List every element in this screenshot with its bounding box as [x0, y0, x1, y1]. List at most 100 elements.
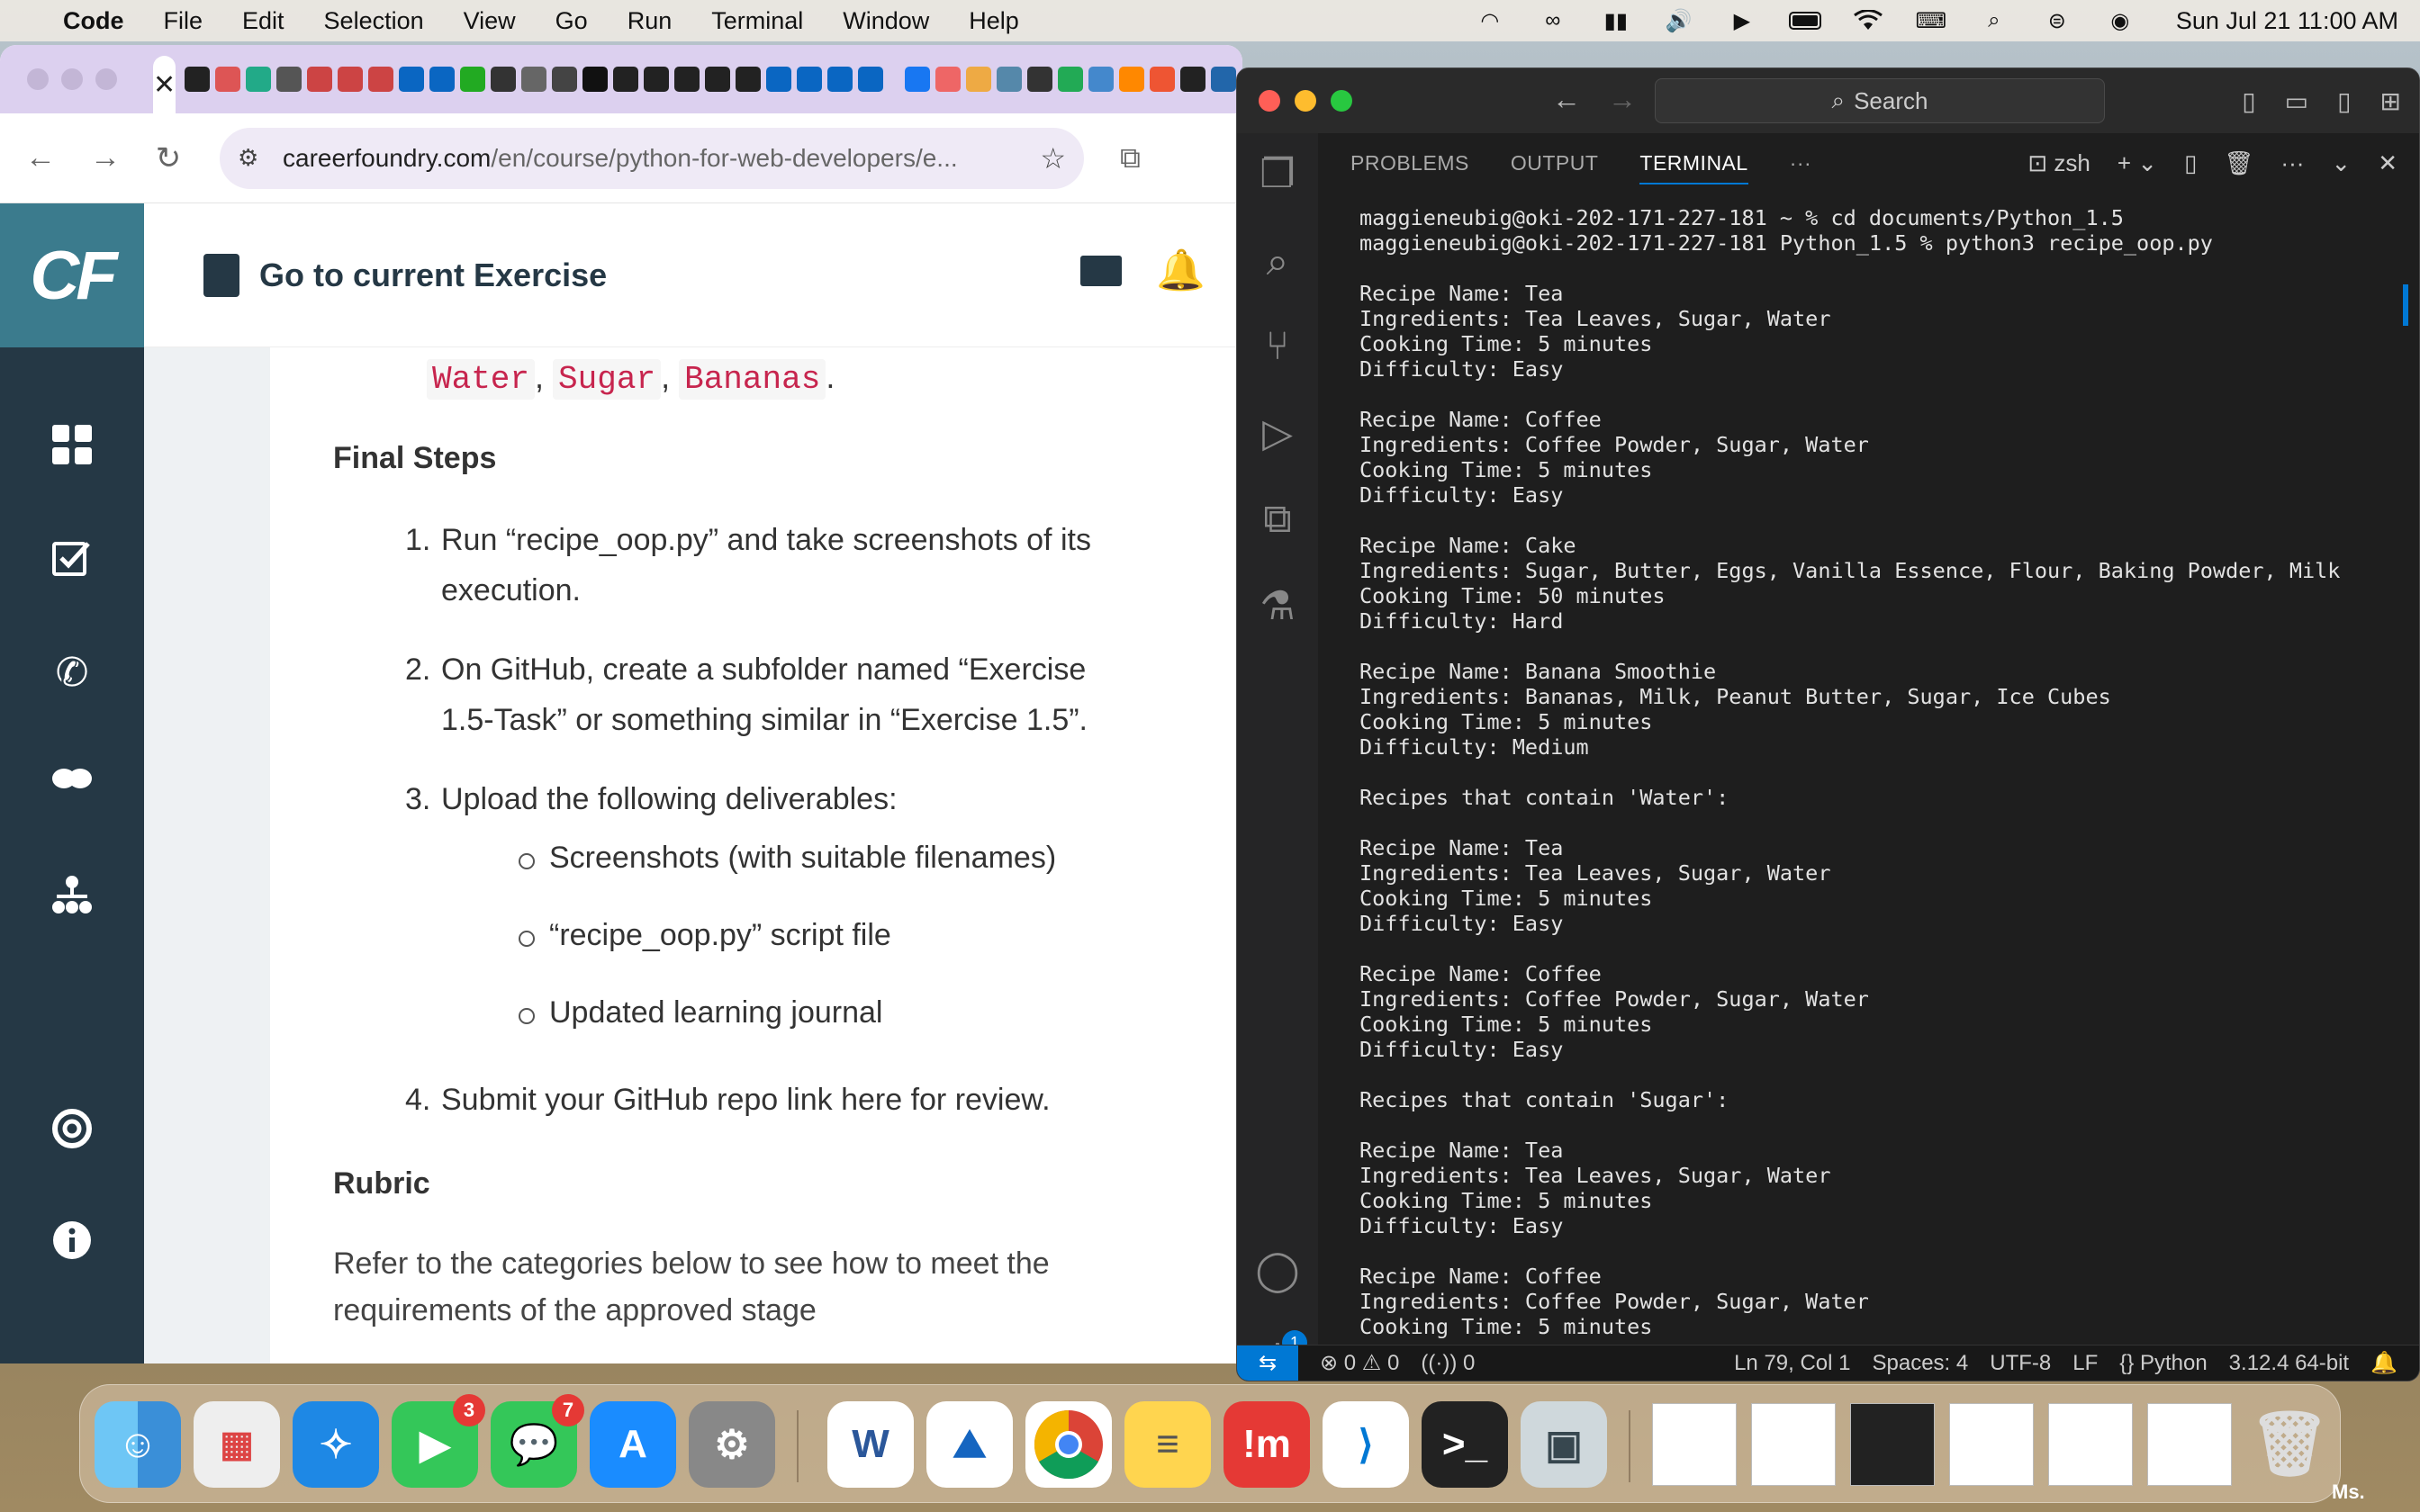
reload-icon[interactable]: ↻ [155, 140, 182, 176]
language-mode[interactable]: {} Python [2119, 1351, 2207, 1376]
explorer-files-icon[interactable]: ❐ [1237, 151, 1318, 197]
dock-nordvpn-icon[interactable]: ⛰ [926, 1401, 1013, 1488]
istat-menus-icon[interactable]: ▮▮ [1600, 8, 1632, 33]
pinned-tab-favicons[interactable] [185, 67, 1242, 92]
menu-window[interactable]: Window [843, 7, 929, 35]
dock-minimized-window-2[interactable] [1751, 1403, 1836, 1486]
python-interpreter[interactable]: 3.12.4 64-bit [2229, 1351, 2349, 1376]
browser-traffic-lights[interactable] [27, 68, 117, 90]
menu-view[interactable]: View [464, 7, 516, 35]
dock-system-settings-icon[interactable]: ⚙ [689, 1401, 775, 1488]
play-icon[interactable]: ▶ [1726, 8, 1758, 33]
search-icon[interactable]: ⌕ [1237, 239, 1318, 284]
dock-minimized-window-5[interactable] [2048, 1403, 2133, 1486]
control-center-icon[interactable]: ⊜ [2041, 8, 2073, 33]
active-tab[interactable]: ✕ [153, 56, 176, 113]
dock-istat-icon[interactable]: !m [1224, 1401, 1310, 1488]
extensions-puzzle-icon[interactable]: ⧉ [1120, 141, 1141, 176]
zoom-window-button[interactable] [1331, 90, 1352, 112]
dock-vscode-icon[interactable]: ⟩ [1323, 1401, 1409, 1488]
accounts-icon[interactable]: ◯ [1237, 1247, 1318, 1293]
bookmark-star-icon[interactable]: ☆ [1040, 141, 1066, 176]
address-bar[interactable]: ⚙ careerfoundry.com/en/course/python-for… [220, 127, 1084, 189]
more-actions-icon[interactable]: ··· [2280, 149, 2304, 177]
menubar-clock[interactable]: Sun Jul 21 11:00 AM [2176, 7, 2398, 35]
dock-safari-icon[interactable]: ✧ [293, 1401, 379, 1488]
menu-app-name[interactable]: Code [63, 7, 124, 35]
menu-terminal[interactable]: Terminal [711, 7, 803, 35]
cursor-position[interactable]: Ln 79, Col 1 [1734, 1351, 1850, 1376]
remote-indicator-icon[interactable]: ⇆ [1237, 1345, 1298, 1381]
menu-help[interactable]: Help [969, 7, 1019, 35]
eol-status[interactable]: LF [2072, 1351, 2098, 1376]
mail-icon[interactable] [1080, 256, 1122, 286]
terminal-output[interactable]: maggieneubig@oki-202-171-227-181 ~ % cd … [1359, 205, 2401, 1339]
siri-icon[interactable]: ◉ [2104, 8, 2136, 33]
dock-minimized-window-1[interactable] [1652, 1403, 1737, 1486]
wifi-icon[interactable] [1852, 8, 1884, 33]
menu-file[interactable]: File [164, 7, 203, 35]
nav-forward-icon[interactable]: → [1608, 83, 1637, 116]
dock-chrome-icon[interactable] [1025, 1401, 1112, 1488]
keyboard-input-icon[interactable]: ⌨ [1915, 8, 1947, 33]
tab-terminal[interactable]: TERMINAL [1639, 151, 1748, 184]
dock-facetime-icon[interactable]: ▶ 3 [392, 1394, 485, 1488]
info-icon[interactable] [0, 1220, 144, 1260]
cf-logo[interactable]: CF [0, 203, 144, 347]
dock-word-icon[interactable]: W [827, 1401, 914, 1488]
menu-selection[interactable]: Selection [324, 7, 424, 35]
book-icon[interactable] [203, 253, 239, 297]
toggle-secondary-sidebar-icon[interactable]: ▯ [2337, 86, 2351, 116]
close-window-button[interactable] [1259, 90, 1280, 112]
nav-back-icon[interactable]: ← [1552, 83, 1581, 116]
dock-finder-icon[interactable]: ☺ [95, 1401, 181, 1488]
dashboard-grid-icon[interactable] [0, 425, 144, 464]
dock-preview-icon[interactable]: ▣ [1521, 1401, 1607, 1488]
tab-problems[interactable]: PROBLEMS [1350, 151, 1469, 176]
battery-icon[interactable] [1788, 8, 1821, 33]
dock-launchpad-icon[interactable]: ▦ [194, 1401, 280, 1488]
menu-run[interactable]: Run [628, 7, 673, 35]
notifications-bell-icon[interactable]: 🔔 [2370, 1350, 2397, 1376]
url-text[interactable]: careerfoundry.com/en/course/python-for-w… [283, 144, 1027, 173]
notification-bell-icon[interactable]: 🔔 [1156, 247, 1205, 293]
toggle-panel-icon[interactable]: ▭ [2285, 86, 2308, 116]
minimize-window-button[interactable] [1295, 90, 1316, 112]
problems-status[interactable]: ⊗ 0 ⚠ 0 [1320, 1350, 1399, 1376]
speedometer-icon[interactable]: ◠ [1474, 8, 1506, 33]
dock-minimized-window-3[interactable] [1850, 1403, 1935, 1486]
more-tabs-icon[interactable]: ··· [1790, 151, 1811, 176]
back-arrow-icon[interactable]: ← [25, 140, 56, 176]
menu-edit[interactable]: Edit [242, 7, 284, 35]
creative-cloud-icon[interactable]: ∞ [1537, 8, 1569, 33]
tab-close-icon[interactable]: ✕ [153, 69, 176, 101]
close-panel-icon[interactable]: ✕ [2378, 149, 2397, 177]
spotlight-search-icon[interactable]: ⌕ [1978, 8, 2010, 33]
dock-messages-icon[interactable]: 💬 7 [491, 1394, 584, 1488]
maximize-panel-chevron-icon[interactable]: ⌄ [2331, 149, 2351, 177]
indentation-status[interactable]: Spaces: 4 [1873, 1351, 1969, 1376]
vscode-traffic-lights[interactable] [1259, 90, 1352, 112]
run-debug-icon[interactable]: ▷ [1237, 410, 1318, 456]
testing-flask-icon[interactable]: ⚗ [1237, 583, 1318, 629]
source-control-icon[interactable]: ⑂ [1237, 324, 1318, 369]
kill-terminal-trash-icon[interactable]: 🗑 [2224, 149, 2253, 177]
dock-app-store-icon[interactable]: A [590, 1401, 676, 1488]
terminal-scrollbar[interactable] [2403, 284, 2408, 326]
toggle-primary-sidebar-icon[interactable]: ▯ [2242, 86, 2255, 116]
customize-layout-icon[interactable]: ⊞ [2380, 86, 2401, 116]
go-to-current-exercise-link[interactable]: Go to current Exercise [259, 256, 607, 294]
dock-trash-icon[interactable]: 🗑 [2246, 1401, 2333, 1488]
community-chat-icon[interactable] [0, 765, 144, 792]
command-center-search[interactable]: ⌕ Search [1655, 78, 2105, 123]
dock-minimized-window-6[interactable] [2147, 1403, 2232, 1486]
ports-status[interactable]: ((·)) 0 [1421, 1351, 1475, 1376]
volume-icon[interactable]: 🔊 [1663, 8, 1695, 33]
dock-minimized-window-4[interactable] [1949, 1403, 2034, 1486]
dock-terminal-icon[interactable]: >_ [1422, 1401, 1508, 1488]
help-lifebuoy-icon[interactable] [0, 1109, 144, 1148]
site-settings-icon[interactable]: ⚙ [238, 144, 265, 172]
split-terminal-icon[interactable]: ▯ [2184, 149, 2197, 177]
checklist-icon[interactable] [0, 538, 144, 578]
dock-notes-icon[interactable]: ≡ [1124, 1401, 1211, 1488]
